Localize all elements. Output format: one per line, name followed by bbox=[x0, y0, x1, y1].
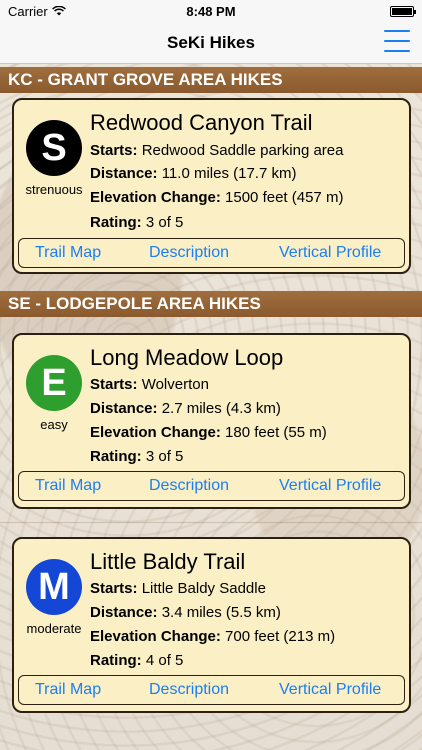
section-title: KC - GRANT GROVE AREA HIKES bbox=[8, 70, 283, 89]
vertical-profile-link[interactable]: Vertical Profile bbox=[279, 681, 381, 699]
elevation-label: Elevation Change: bbox=[90, 628, 221, 645]
card-links: Trail Map Description Vertical Profile bbox=[18, 675, 405, 705]
distance-row: Distance: 2.7 miles (4.3 km) bbox=[90, 400, 281, 417]
trail-map-link[interactable]: Trail Map bbox=[35, 681, 101, 699]
elevation-row: Elevation Change: 1500 feet (457 m) bbox=[90, 189, 343, 206]
difficulty-badge-icon: M bbox=[26, 559, 82, 615]
badge-letter: M bbox=[38, 565, 70, 608]
section-header-lodgepole: SE - LODGEPOLE AREA HIKES bbox=[0, 291, 422, 317]
rating-row: Rating: 3 of 5 bbox=[90, 448, 183, 465]
rating-value: 4 of 5 bbox=[145, 652, 184, 669]
description-link[interactable]: Description bbox=[149, 477, 229, 495]
carrier-label: Carrier bbox=[8, 3, 48, 19]
status-bar: Carrier 8:48 PM bbox=[0, 0, 422, 22]
distance-label: Distance: bbox=[90, 165, 158, 182]
difficulty-indicator: S strenuous bbox=[22, 120, 86, 197]
difficulty-badge-icon: S bbox=[26, 120, 82, 176]
wifi-icon bbox=[51, 4, 66, 19]
trail-name: Little Baldy Trail bbox=[90, 549, 246, 574]
navigation-bar: SeKi Hikes bbox=[0, 22, 422, 64]
trail-name: Long Meadow Loop bbox=[90, 345, 284, 370]
starts-row: Starts: Redwood Saddle parking area bbox=[90, 142, 344, 159]
elevation-row: Elevation Change: 180 feet (55 m) bbox=[90, 424, 327, 441]
starts-label: Starts: bbox=[90, 376, 138, 393]
badge-letter: E bbox=[41, 361, 67, 404]
distance-label: Distance: bbox=[90, 604, 158, 621]
elevation-row: Elevation Change: 700 feet (213 m) bbox=[90, 628, 335, 645]
vertical-profile-link[interactable]: Vertical Profile bbox=[279, 477, 381, 495]
elevation-label: Elevation Change: bbox=[90, 424, 221, 441]
description-link[interactable]: Description bbox=[149, 244, 229, 262]
difficulty-label: strenuous bbox=[25, 182, 83, 197]
rating-value: 3 of 5 bbox=[145, 448, 184, 465]
elevation-value: 180 feet (55 m) bbox=[225, 424, 327, 441]
status-left: Carrier bbox=[8, 4, 66, 19]
difficulty-indicator: M moderate bbox=[22, 559, 86, 636]
hamburger-menu-icon[interactable] bbox=[384, 30, 410, 52]
rating-row: Rating: 4 of 5 bbox=[90, 652, 183, 669]
rating-label: Rating: bbox=[90, 652, 142, 669]
hike-card-long-meadow[interactable]: E easy Long Meadow Loop Starts: Wolverto… bbox=[12, 333, 411, 509]
description-link[interactable]: Description bbox=[149, 681, 229, 699]
difficulty-indicator: E easy bbox=[22, 355, 86, 432]
starts-row: Starts: Wolverton bbox=[90, 376, 209, 393]
distance-value: 3.4 miles (5.5 km) bbox=[161, 604, 281, 621]
divider bbox=[0, 522, 422, 523]
card-links: Trail Map Description Vertical Profile bbox=[18, 471, 405, 501]
difficulty-label: moderate bbox=[26, 621, 82, 636]
starts-label: Starts: bbox=[90, 142, 138, 159]
elevation-value: 1500 feet (457 m) bbox=[225, 189, 344, 206]
starts-value: Little Baldy Saddle bbox=[141, 580, 266, 597]
vertical-profile-link[interactable]: Vertical Profile bbox=[279, 244, 381, 262]
page-title: SeKi Hikes bbox=[167, 32, 255, 52]
rating-value: 3 of 5 bbox=[145, 214, 184, 231]
trail-map-link[interactable]: Trail Map bbox=[35, 244, 101, 262]
difficulty-label: easy bbox=[40, 417, 68, 432]
hike-card-little-baldy[interactable]: M moderate Little Baldy Trail Starts: Li… bbox=[12, 537, 411, 713]
distance-row: Distance: 11.0 miles (17.7 km) bbox=[90, 165, 296, 182]
rating-label: Rating: bbox=[90, 214, 142, 231]
distance-row: Distance: 3.4 miles (5.5 km) bbox=[90, 604, 281, 621]
elevation-label: Elevation Change: bbox=[90, 189, 221, 206]
trail-map-link[interactable]: Trail Map bbox=[35, 477, 101, 495]
status-time: 8:48 PM bbox=[186, 3, 236, 19]
distance-value: 2.7 miles (4.3 km) bbox=[161, 400, 281, 417]
badge-letter: S bbox=[41, 126, 67, 169]
section-title: SE - LODGEPOLE AREA HIKES bbox=[8, 294, 261, 313]
rating-row: Rating: 3 of 5 bbox=[90, 214, 183, 231]
card-links: Trail Map Description Vertical Profile bbox=[18, 238, 405, 268]
distance-value: 11.0 miles (17.7 km) bbox=[161, 165, 297, 182]
starts-value: Wolverton bbox=[141, 376, 209, 393]
starts-value: Redwood Saddle parking area bbox=[141, 142, 344, 159]
trail-name: Redwood Canyon Trail bbox=[90, 110, 313, 135]
battery-icon bbox=[390, 5, 416, 17]
hike-card-redwood-canyon[interactable]: S strenuous Redwood Canyon Trail Starts:… bbox=[12, 98, 411, 274]
difficulty-badge-icon: E bbox=[26, 355, 82, 411]
section-header-grant-grove: KC - GRANT GROVE AREA HIKES bbox=[0, 67, 422, 93]
starts-label: Starts: bbox=[90, 580, 138, 597]
rating-label: Rating: bbox=[90, 448, 142, 465]
starts-row: Starts: Little Baldy Saddle bbox=[90, 580, 266, 597]
elevation-value: 700 feet (213 m) bbox=[225, 628, 336, 645]
distance-label: Distance: bbox=[90, 400, 158, 417]
